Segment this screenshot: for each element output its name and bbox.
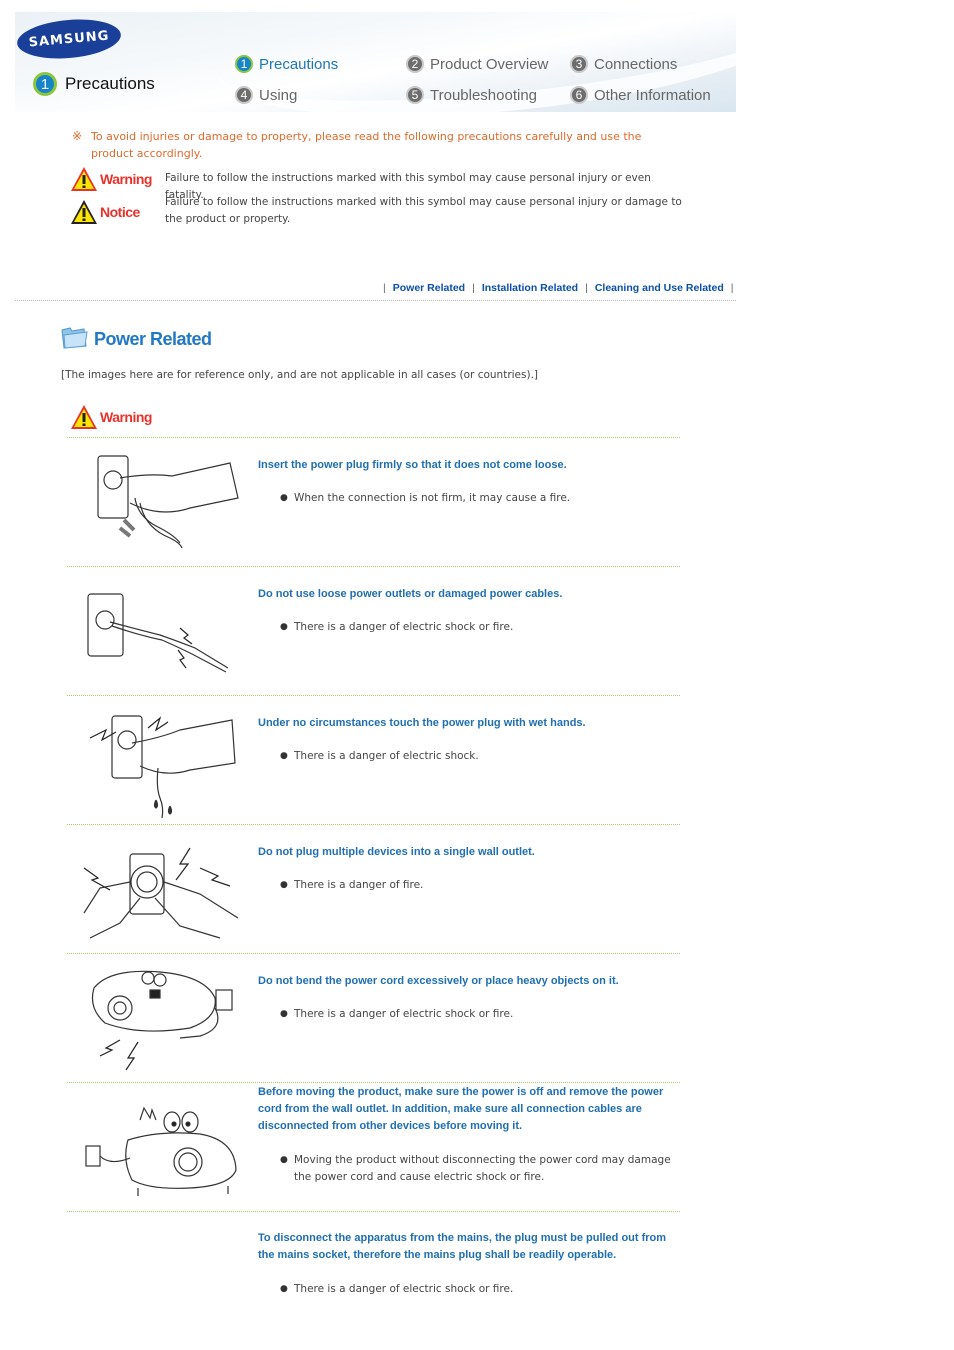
link-cleaning-and-use-related[interactable]: Cleaning and Use Related (595, 282, 724, 294)
bullet-text: There is a danger of electric shock or f… (294, 1008, 514, 1020)
number-1-icon: 1 (235, 55, 253, 73)
samsung-logo: SAMSUNG (15, 15, 123, 63)
divider (67, 437, 680, 438)
bullet-icon: ● (280, 1284, 288, 1294)
number-4-icon: 4 (235, 86, 253, 104)
separator: | (730, 282, 734, 294)
item-title: To disconnect the apparatus from the mai… (258, 1232, 667, 1261)
link-power-related[interactable]: Power Related (393, 282, 465, 294)
legend-notice: Notice (70, 199, 140, 225)
legend-warning: Warning (70, 166, 152, 192)
bullet-text: There is a danger of electric shock. (294, 750, 479, 762)
page-title-label: Precautions (65, 74, 155, 93)
divider (67, 953, 680, 954)
nav-item-product-overview[interactable]: 2 Product Overview (406, 55, 548, 73)
bullet-text: There is a danger of electric shock or f… (294, 621, 514, 633)
divider (67, 824, 680, 825)
nav-item-using[interactable]: 4 Using (235, 86, 297, 104)
item-bullet: ● There is a danger of electric shock or … (280, 1281, 680, 1298)
illustration-bent-cord-projector (80, 958, 240, 1073)
nav-item-connections[interactable]: 3 Connections (570, 55, 677, 73)
notice-label: Notice (100, 204, 140, 220)
item-bullet: ● There is a danger of electric shock. (280, 748, 680, 765)
separator: | (472, 282, 475, 294)
warning-label: Warning (100, 409, 152, 425)
item-bullet: ● There is a danger of electric shock or … (280, 619, 680, 636)
nav-item-label: Connections (594, 55, 678, 73)
folder-icon (60, 324, 88, 354)
link-installation-related[interactable]: Installation Related (482, 282, 578, 294)
section-heading: Power Related (60, 324, 212, 354)
number-2-icon: 2 (406, 55, 424, 73)
bullet-icon: ● (280, 751, 288, 761)
illustration-multiple-plugs-outlet (80, 838, 240, 953)
section-links: | Power Related | Installation Related |… (376, 282, 741, 294)
bullet-text: Moving the product without disconnecting… (294, 1154, 671, 1183)
bullet-icon: ● (280, 880, 288, 890)
item-title: Do not bend the power cord excessively o… (258, 975, 619, 987)
nav-item-label: Troubleshooting (430, 86, 538, 104)
intro-notice: ※ To avoid injuries or damage to propert… (72, 128, 682, 162)
item-bullet: ● Moving the product without disconnectin… (280, 1152, 680, 1186)
divider (67, 695, 680, 696)
warning-label: Warning (100, 171, 152, 187)
nav-item-precautions[interactable]: 1 Precautions (235, 55, 338, 73)
section-warning-heading: Warning (70, 404, 152, 430)
section-title: Power Related (94, 328, 212, 349)
divider (67, 1211, 680, 1212)
bullet-icon: ● (280, 1009, 288, 1019)
warning-triangle-icon (70, 166, 98, 192)
item-title: Do not use loose power outlets or damage… (258, 588, 563, 600)
item-bullet: ● There is a danger of electric shock or … (280, 1006, 680, 1023)
header-banner: SAMSUNG 1 Precautions 1 Precautions 2 Pr… (15, 12, 736, 112)
bullet-icon: ● (280, 1155, 288, 1165)
number-3-icon: 3 (570, 55, 588, 73)
item-bullet: ● When the connection is not firm, it may… (280, 490, 680, 507)
bullet-text: There is a danger of electric shock or f… (294, 1283, 514, 1295)
item-title: Do not plug multiple devices into a sing… (258, 846, 535, 858)
nav-item-label: Using (259, 86, 298, 104)
bullet-icon: ● (280, 493, 288, 503)
number-1-icon: 1 (33, 72, 57, 96)
separator: | (585, 282, 588, 294)
intro-text: To avoid injuries or damage to property,… (91, 130, 642, 160)
notice-description: Failure to follow the instructions marke… (165, 196, 682, 225)
illustration-wet-hand-plug (80, 708, 240, 823)
separator: | (383, 282, 386, 294)
reference-note: [The images here are for reference only,… (61, 369, 539, 381)
reference-mark-icon: ※ (72, 129, 83, 143)
item-bullet: ● There is a danger of fire. (280, 877, 680, 894)
nav-item-label: Product Overview (430, 55, 549, 73)
divider (15, 300, 736, 301)
nav-item-label: Precautions (259, 55, 339, 73)
nav-item-other-information[interactable]: 6 Other Information (570, 86, 711, 104)
nav-item-troubleshooting[interactable]: 5 Troubleshooting (406, 86, 537, 104)
bullet-text: There is a danger of fire. (294, 879, 424, 891)
notice-triangle-icon (70, 199, 98, 225)
divider (67, 566, 680, 567)
number-6-icon: 6 (570, 86, 588, 104)
number-5-icon: 5 (406, 86, 424, 104)
bullet-text: When the connection is not firm, it may … (294, 492, 571, 504)
page-title: 1 Precautions (33, 72, 155, 96)
warning-triangle-icon (70, 404, 98, 430)
nav-item-label: Other Information (594, 86, 711, 104)
item-title: Under no circumstances touch the power p… (258, 717, 586, 729)
illustration-damaged-outlet-cable (80, 580, 240, 695)
divider (67, 1082, 680, 1083)
bullet-icon: ● (280, 622, 288, 632)
illustration-hand-inserting-plug (80, 448, 240, 563)
item-title: Before moving the product, make sure the… (258, 1086, 664, 1132)
item-title: Insert the power plug firmly so that it … (258, 459, 567, 471)
illustration-moving-projector (80, 1100, 240, 1215)
